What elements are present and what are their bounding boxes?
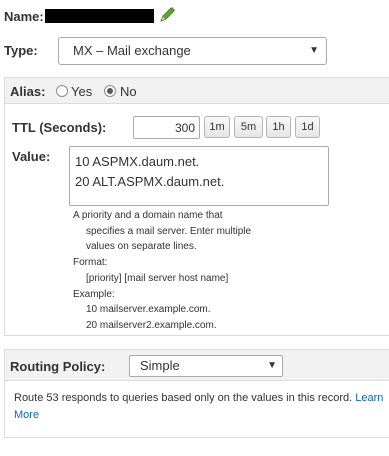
routing-policy-band: Routing Policy: Simple ▼	[4, 349, 389, 381]
chevron-down-icon: ▼	[267, 360, 277, 371]
alias-yes-label[interactable]: Yes	[71, 84, 92, 99]
name-redacted-value	[45, 9, 154, 23]
ttl-5m-button[interactable]: 5m	[234, 116, 263, 138]
routing-policy-label: Routing Policy:	[10, 359, 106, 374]
routing-description-text: Route 53 responds to queries based only …	[14, 392, 353, 404]
ttl-label: TTL (Seconds):	[12, 120, 107, 135]
help-intro-line: specifies a mail server. Enter multiple	[86, 225, 252, 237]
routing-description: Route 53 responds to queries based only …	[14, 390, 388, 423]
help-intro-line: A priority and a domain name that	[73, 210, 223, 221]
alias-no-radio[interactable]	[104, 85, 116, 97]
routing-policy-value: Simple	[140, 358, 180, 373]
ttl-1m-button[interactable]: 1m	[204, 116, 230, 138]
value-help-text: A priority and a domain name that specif…	[73, 208, 333, 334]
routing-description-panel: Route 53 responds to queries based only …	[4, 381, 389, 438]
value-textarea[interactable]: 10 ASPMX.daum.net. 20 ALT.ASPMX.daum.net…	[69, 146, 329, 206]
help-format-label: Format:	[73, 257, 108, 269]
help-example-line: 20 mailserver2.example.com.	[86, 319, 217, 331]
value-label: Value:	[12, 149, 51, 164]
learn-more-link[interactable]: More	[14, 409, 39, 421]
ttl-1d-button[interactable]: 1d	[295, 116, 320, 138]
value-line: 10 ASPMX.daum.net.	[75, 154, 200, 169]
pencil-icon[interactable]	[158, 6, 176, 24]
alias-band: Alias: Yes No	[4, 77, 389, 104]
record-type-select[interactable]: MX – Mail exchange ▼	[58, 37, 327, 65]
chevron-down-icon: ▼	[309, 45, 319, 56]
value-line: 20 ALT.ASPMX.daum.net.	[75, 174, 225, 189]
ttl-input[interactable]: 300	[133, 116, 200, 139]
help-example-label: Example:	[73, 288, 115, 300]
learn-more-link[interactable]: Learn	[355, 392, 383, 404]
alias-yes-radio[interactable]	[56, 85, 68, 97]
alias-label: Alias:	[10, 84, 46, 99]
type-label: Type:	[4, 43, 38, 58]
record-type-value: MX – Mail exchange	[73, 43, 191, 58]
name-label: Name:	[4, 9, 44, 24]
alias-no-label[interactable]: No	[120, 84, 137, 99]
help-intro-line: values on separate lines.	[86, 241, 197, 253]
routing-policy-select[interactable]: Simple ▼	[129, 355, 283, 377]
ttl-1h-button[interactable]: 1h	[266, 116, 291, 138]
help-example-line: 10 mailserver.example.com.	[86, 304, 211, 316]
help-format-value: [priority] [mail server host name]	[86, 272, 229, 284]
